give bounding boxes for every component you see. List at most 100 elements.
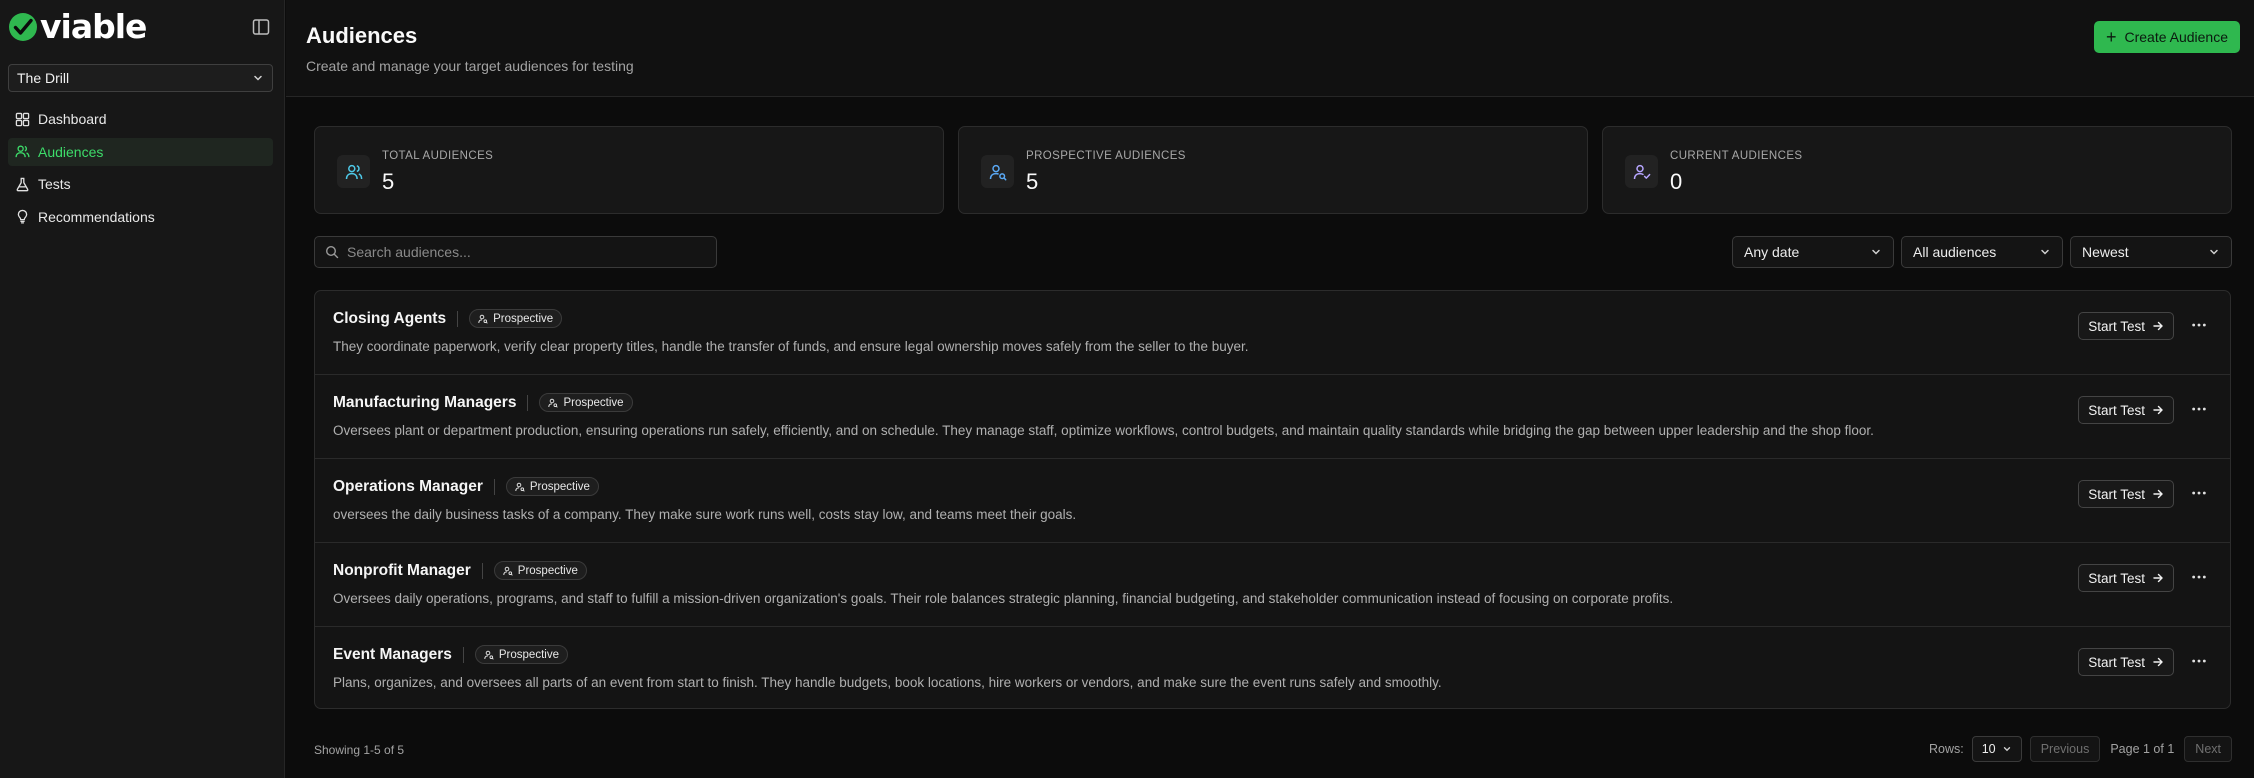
audience-filter-value: All audiences — [1913, 244, 1997, 260]
stat-value: 0 — [1670, 169, 1683, 194]
stat-icon-wrap — [337, 155, 370, 188]
search-box[interactable] — [314, 236, 717, 268]
page-info: Page 1 of 1 — [2110, 742, 2175, 756]
arrow-right-icon — [2153, 657, 2163, 667]
audience-filter-select[interactable]: All audiences — [1901, 236, 2063, 268]
user-search-icon — [989, 164, 1006, 180]
chevron-down-icon — [1872, 249, 1880, 255]
logo[interactable]: viable — [8, 7, 147, 46]
page-subtitle: Create and manage your target audiences … — [306, 58, 634, 74]
user-search-icon — [503, 566, 513, 576]
sidebar-item-label: Audiences — [38, 143, 104, 160]
divider — [493, 478, 495, 495]
stat-label: PROSPECTIVE AUDIENCES — [1026, 150, 1186, 162]
stat-value: 5 — [382, 169, 395, 194]
more-horizontal-icon — [2192, 323, 2206, 327]
audience-description: They coordinate paperwork, verify clear … — [333, 339, 1249, 354]
start-test-button[interactable]: Start Test — [2078, 312, 2174, 340]
stat-icon-wrap — [1625, 155, 1658, 188]
chevron-down-icon — [2041, 249, 2049, 255]
start-test-button[interactable]: Start Test — [2078, 564, 2174, 592]
divider — [462, 646, 464, 663]
workspace-name: The Drill — [17, 70, 70, 86]
dashboard-icon — [15, 112, 30, 126]
sidebar-item-tests[interactable]: Tests — [8, 170, 273, 198]
status-badge-label: Prospective — [517, 564, 578, 577]
more-options-button[interactable] — [2190, 570, 2208, 584]
audience-title: Operations Manager — [333, 477, 483, 495]
sidebar-nav: Dashboard Audiences Tests Recommendation… — [8, 105, 273, 235]
status-badge: Prospective — [469, 309, 563, 328]
start-test-label: Start Test — [2088, 486, 2145, 502]
audience-row[interactable]: Manufacturing Managers Prospective Overs… — [315, 375, 2230, 459]
status-badge-label: Prospective — [563, 396, 624, 409]
status-badge-label: Prospective — [493, 312, 554, 325]
chevron-down-icon — [2003, 747, 2010, 752]
status-badge: Prospective — [493, 561, 587, 580]
more-horizontal-icon — [2192, 659, 2206, 663]
date-filter-value: Any date — [1744, 244, 1800, 260]
rows-label: Rows: — [1928, 742, 1964, 756]
sidebar-item-label: Tests — [38, 176, 71, 192]
start-test-label: Start Test — [2088, 318, 2145, 334]
page-header: Audiences Create and manage your target … — [286, 0, 2254, 97]
page-title: Audiences — [306, 23, 418, 48]
user-search-icon — [515, 482, 525, 492]
sidebar-item-audiences[interactable]: Audiences — [8, 137, 273, 166]
start-test-label: Start Test — [2088, 402, 2145, 418]
audience-list: Closing Agents Prospective They coordina… — [314, 290, 2231, 709]
panel-left-icon — [252, 19, 270, 35]
chevron-down-icon — [2210, 249, 2218, 255]
search-input[interactable] — [347, 244, 706, 260]
user-search-icon — [484, 650, 494, 660]
audience-title: Closing Agents — [333, 309, 447, 327]
sort-select[interactable]: Newest — [2070, 236, 2232, 268]
stat-label: TOTAL AUDIENCES — [382, 150, 494, 162]
start-test-label: Start Test — [2088, 654, 2145, 670]
status-badge-label: Prospective — [529, 480, 590, 493]
previous-page-button[interactable]: Previous — [2029, 736, 2101, 762]
stat-card-total: TOTAL AUDIENCES 5 — [314, 126, 944, 214]
stat-label: CURRENT AUDIENCES — [1670, 150, 1803, 162]
date-filter-select[interactable]: Any date — [1732, 236, 1894, 268]
sort-value: Newest — [2082, 244, 2129, 260]
pagination: Rows: 10 Previous Page 1 of 1 Next — [1929, 736, 2232, 762]
sidebar-item-recommendations[interactable]: Recommendations — [8, 203, 273, 231]
audience-row[interactable]: Closing Agents Prospective They coordina… — [315, 291, 2230, 375]
more-options-button[interactable] — [2190, 654, 2208, 668]
audience-row[interactable]: Event Managers Prospective Plans, organi… — [315, 627, 2230, 708]
arrow-right-icon — [2153, 489, 2163, 499]
divider — [527, 394, 529, 411]
audience-description: oversees the daily business tasks of a c… — [333, 507, 1077, 522]
workspace-select[interactable]: The Drill — [8, 64, 273, 92]
sidebar-toggle-button[interactable] — [251, 17, 271, 37]
audience-description: Oversees daily operations, programs, and… — [333, 591, 1674, 606]
audience-title-line: Closing Agents Prospective — [333, 309, 563, 328]
arrow-right-icon — [2153, 405, 2163, 415]
start-test-button[interactable]: Start Test — [2078, 396, 2174, 424]
next-page-button[interactable]: Next — [2184, 736, 2232, 762]
start-test-button[interactable]: Start Test — [2078, 648, 2174, 676]
user-search-icon — [548, 398, 559, 408]
audience-title-line: Event Managers Prospective — [333, 645, 568, 664]
logo-text: viable — [40, 7, 147, 46]
audience-title-line: Manufacturing Managers Prospective — [333, 393, 633, 412]
audience-description: Oversees plant or department production,… — [333, 423, 1874, 438]
more-options-button[interactable] — [2190, 318, 2208, 332]
more-options-button[interactable] — [2190, 402, 2208, 416]
flask-icon — [16, 177, 29, 191]
sidebar-item-dashboard[interactable]: Dashboard — [8, 105, 273, 133]
audience-row[interactable]: Nonprofit Manager Prospective Oversees d… — [315, 543, 2230, 627]
audience-title: Manufacturing Managers — [333, 393, 517, 411]
start-test-button[interactable]: Start Test — [2078, 480, 2174, 508]
rows-per-page-value: 10 — [1981, 742, 1996, 756]
more-horizontal-icon — [2192, 575, 2206, 579]
results-count: Showing 1-5 of 5 — [314, 743, 405, 757]
divider — [481, 562, 483, 579]
more-options-button[interactable] — [2190, 486, 2208, 500]
create-audience-button[interactable]: + Create Audience — [2093, 21, 2240, 53]
audience-title: Event Managers — [333, 645, 452, 663]
sidebar-item-label: Recommendations — [38, 208, 155, 225]
audience-row[interactable]: Operations Manager Prospective oversees … — [315, 459, 2230, 543]
rows-per-page-select[interactable]: 10 — [1971, 736, 2022, 762]
